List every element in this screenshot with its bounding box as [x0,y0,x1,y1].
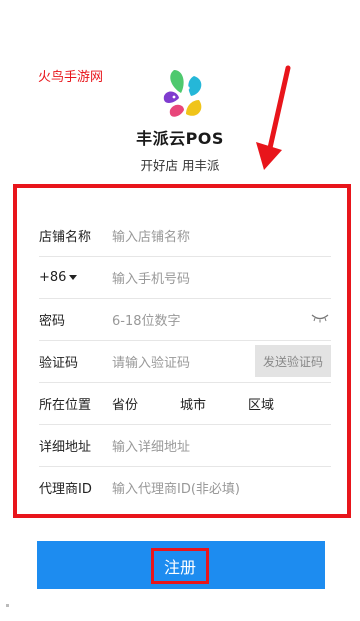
dropdown-arrow-icon [69,274,78,280]
district-select[interactable]: 区域 [248,394,316,413]
register-button-label[interactable]: 注册 [151,548,209,584]
verify-code-row[interactable]: 验证码 请输入验证码 发送验证码 [39,340,331,383]
eye-closed-icon[interactable] [311,312,329,324]
country-code-value: +86 [39,269,67,285]
agent-id-row[interactable]: 代理商ID 输入代理商ID(非必填) [39,466,331,508]
brand-slogan: 开好店 用丰派 [140,158,220,173]
address-label: 详细地址 [39,439,92,455]
password-label: 密码 [39,313,66,329]
address-row[interactable]: 详细地址 输入详细地址 [39,424,331,467]
city-select[interactable]: 城市 [180,394,248,413]
agent-id-label: 代理商ID [39,481,92,497]
verify-code-label: 验证码 [39,355,79,371]
shop-name-row[interactable]: 店铺名称 输入店铺名称 [39,214,331,257]
phone-input[interactable]: 输入手机号码 [112,268,190,287]
brand-name: 丰派云POS [136,129,224,148]
location-row: 所在位置 省份 城市 区域 [39,382,331,425]
location-label: 所在位置 [39,397,92,413]
registration-form: 店铺名称 输入店铺名称 +86 输入手机号码 密码 6-18位数字 验证码 请输… [13,184,351,518]
verify-code-input[interactable]: 请输入验证码 [112,352,190,371]
phone-row[interactable]: +86 输入手机号码 [39,256,331,299]
province-select[interactable]: 省份 [112,394,180,413]
shop-name-label: 店铺名称 [39,229,92,245]
password-row[interactable]: 密码 6-18位数字 [39,298,331,341]
annotation-arrow-icon [256,65,291,170]
country-code-select[interactable]: +86 [39,270,112,285]
decorative-dot [6,604,9,607]
brand-logo [163,70,202,117]
password-input[interactable]: 6-18位数字 [112,310,181,329]
shop-name-input[interactable]: 输入店铺名称 [112,226,190,245]
send-code-button[interactable]: 发送验证码 [255,345,331,377]
watermark-text: 火鸟手游网 [38,70,104,85]
address-input[interactable]: 输入详细地址 [112,436,190,455]
agent-id-input[interactable]: 输入代理商ID(非必填) [112,478,240,497]
